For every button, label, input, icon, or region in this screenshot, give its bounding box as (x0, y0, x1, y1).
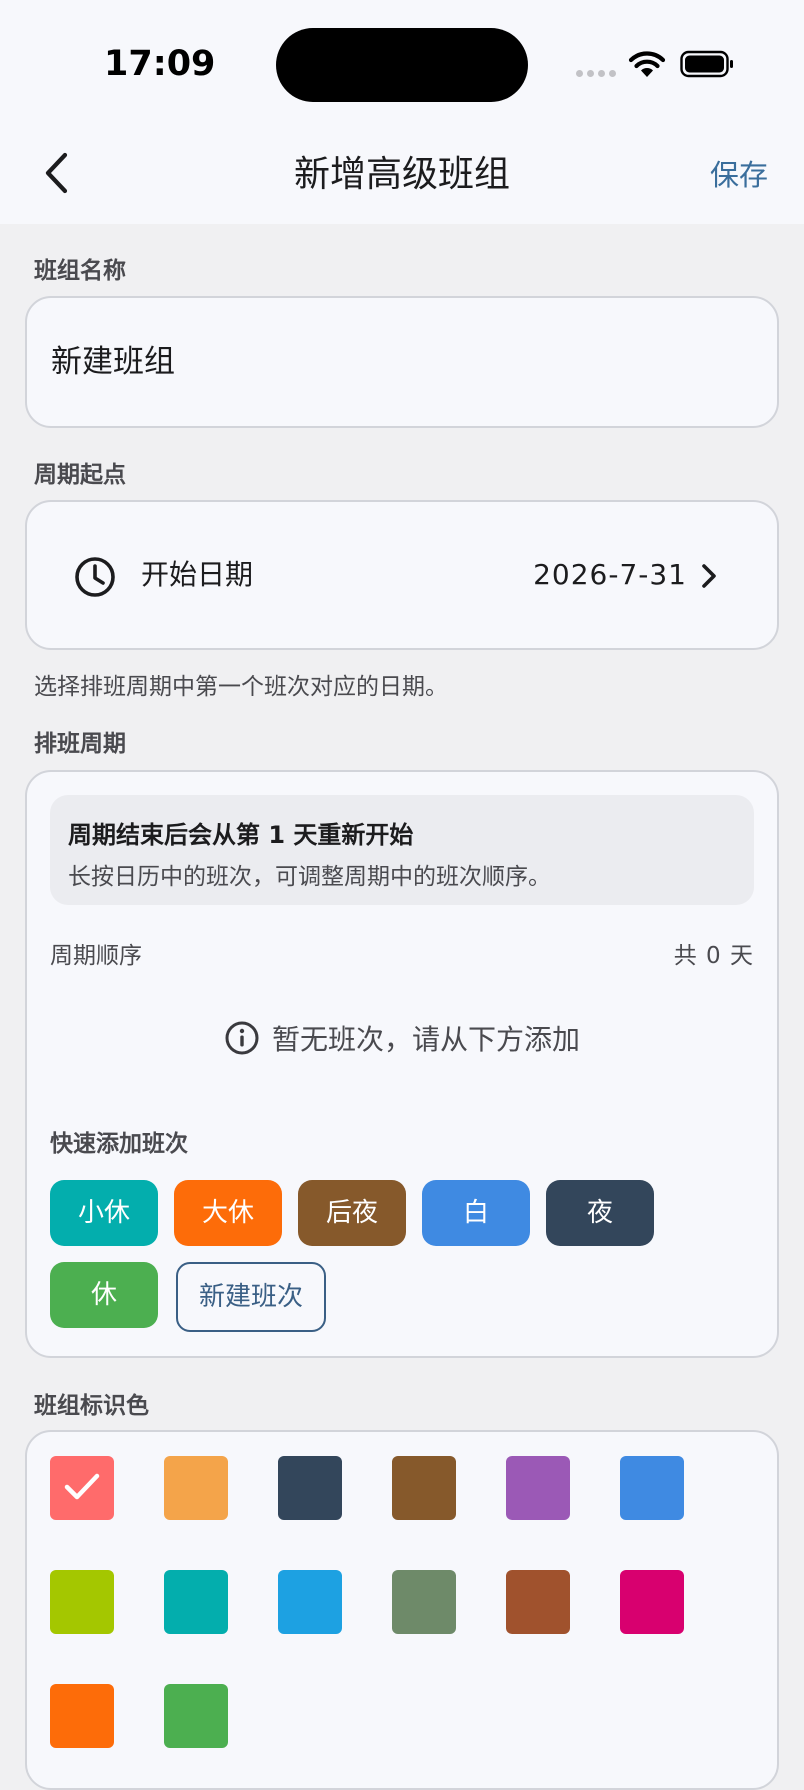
color-swatch[interactable] (620, 1456, 684, 1520)
dynamic-island (276, 28, 528, 102)
group-name-card (25, 296, 779, 428)
cellular-signal-icon (576, 70, 616, 78)
shift-chip-xiaoxiu[interactable]: 小休 (50, 1180, 158, 1246)
new-shift-button[interactable]: 新建班次 (176, 1262, 326, 1332)
save-button[interactable]: 保存 (710, 150, 768, 200)
empty-state-text: 暂无班次，请从下方添加 (271, 1023, 580, 1056)
checkmark-icon (64, 1473, 100, 1500)
shift-chip-ye[interactable]: 夜 (546, 1180, 654, 1246)
cycle-start-card: 开始日期 2026-7-31 (25, 500, 779, 650)
color-swatch[interactable] (392, 1456, 456, 1520)
quick-add-label: 快速添加班次 (50, 1131, 188, 1157)
cycle-order-label: 周期顺序 (50, 943, 142, 969)
cycle-start-helper: 选择排班周期中第一个班次对应的日期。 (34, 674, 448, 700)
color-swatch[interactable] (506, 1570, 570, 1634)
battery-icon (680, 50, 733, 78)
color-swatch[interactable] (50, 1684, 114, 1748)
group-color-label: 班组标识色 (34, 1393, 149, 1419)
color-swatch[interactable] (50, 1570, 114, 1634)
page-title: 新增高级班组 (293, 154, 510, 195)
shift-chip-daxiu[interactable]: 大休 (174, 1180, 282, 1246)
status-time: 17:09 (104, 44, 216, 84)
info-box: 周期结束后会从第 1 天重新开始 长按日历中的班次，可调整周期中的班次顺序。 (50, 795, 754, 905)
color-swatch[interactable] (164, 1570, 228, 1634)
color-swatch[interactable] (392, 1570, 456, 1634)
color-swatch-selected[interactable] (50, 1456, 114, 1520)
info-icon (225, 1021, 259, 1055)
start-date-label: 开始日期 (141, 558, 254, 591)
schedule-cycle-card: 周期结束后会从第 1 天重新开始 长按日历中的班次，可调整周期中的班次顺序。 周… (25, 770, 779, 1358)
group-name-label: 班组名称 (34, 258, 126, 284)
shift-chip-houye[interactable]: 后夜 (298, 1180, 406, 1246)
info-subtitle: 长按日历中的班次，可调整周期中的班次顺序。 (68, 864, 551, 890)
cycle-start-label: 周期起点 (34, 462, 126, 488)
color-swatch[interactable] (278, 1570, 342, 1634)
color-swatch[interactable] (164, 1456, 228, 1520)
color-swatch[interactable] (164, 1684, 228, 1748)
clock-icon (75, 557, 115, 597)
top-bar: 17:09 新增高级班组 保存 (0, 0, 804, 224)
shift-chip-xiu[interactable]: 休 (50, 1262, 158, 1328)
color-swatch[interactable] (506, 1456, 570, 1520)
start-date-value: 2026-7-31 (533, 558, 687, 591)
start-date-row[interactable]: 开始日期 2026-7-31 (27, 502, 777, 648)
color-swatch[interactable] (620, 1570, 684, 1634)
group-name-input[interactable] (51, 334, 751, 382)
schedule-cycle-label: 排班周期 (34, 731, 126, 757)
group-color-card (25, 1430, 779, 1790)
chevron-right-icon (702, 564, 716, 588)
color-swatch[interactable] (278, 1456, 342, 1520)
shift-chip-bai[interactable]: 白 (422, 1180, 530, 1246)
info-title: 周期结束后会从第 1 天重新开始 (68, 821, 414, 849)
wifi-icon (628, 51, 666, 77)
empty-state: 暂无班次，请从下方添加 (27, 1016, 777, 1060)
cycle-day-count: 共 0 天 (673, 943, 754, 969)
